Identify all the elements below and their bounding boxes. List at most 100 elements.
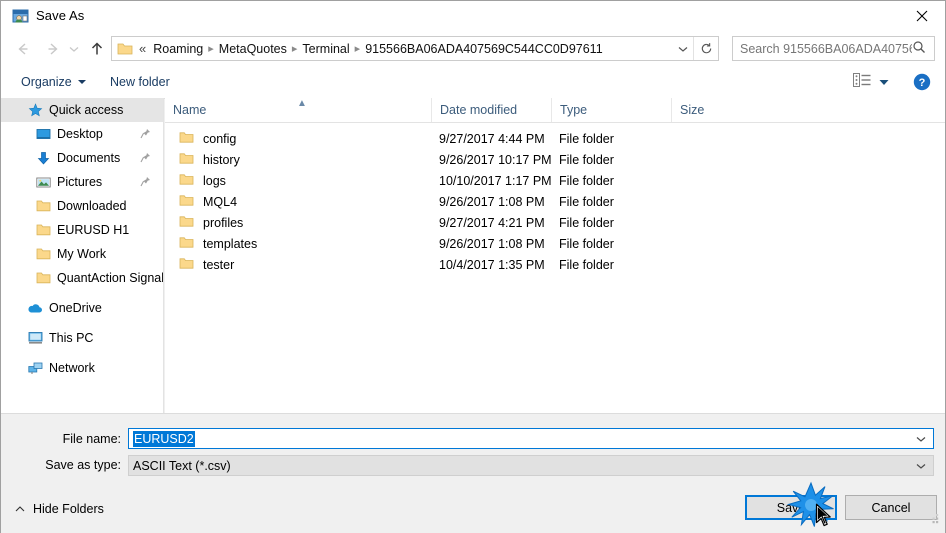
breadcrumb-separator: ▸ bbox=[354, 43, 361, 55]
file-name-label: File name: bbox=[62, 432, 121, 446]
sidebar-item-quick-access[interactable]: Quick access bbox=[1, 98, 163, 122]
file-name-label: logs bbox=[203, 173, 226, 188]
address-bar[interactable]: « Roaming ▸ MetaQuotes ▸ Terminal ▸ 9155… bbox=[111, 36, 719, 61]
svg-text:?: ? bbox=[919, 77, 926, 89]
cancel-button-label: Cancel bbox=[871, 500, 911, 515]
column-header-name[interactable]: Name ▲ bbox=[165, 98, 431, 122]
refresh-button[interactable] bbox=[693, 37, 718, 60]
file-type-cell: File folder bbox=[559, 152, 614, 167]
sidebar-item-onedrive[interactable]: OneDrive bbox=[1, 296, 163, 320]
close-button[interactable] bbox=[899, 1, 945, 31]
search-input[interactable]: Search 915566BA06ADA40756... bbox=[740, 42, 912, 56]
column-header-type[interactable]: Type bbox=[551, 98, 671, 122]
folder-icon bbox=[179, 173, 194, 189]
back-arrow-icon bbox=[18, 43, 28, 55]
chevron-down-icon[interactable] bbox=[915, 429, 927, 448]
save-as-type-label: Save as type: bbox=[45, 458, 121, 472]
breadcrumb-item-terminal[interactable]: Terminal bbox=[299, 42, 352, 56]
file-type-cell: File folder bbox=[559, 194, 614, 209]
up-button[interactable] bbox=[85, 37, 109, 61]
forward-button[interactable] bbox=[41, 37, 65, 61]
sidebar-item-my-work[interactable]: My Work bbox=[1, 242, 163, 266]
sidebar-item-this-pc[interactable]: This PC bbox=[1, 326, 163, 350]
table-row[interactable]: history 9/26/2017 10:17 PM File folder bbox=[165, 149, 945, 170]
pin-icon[interactable] bbox=[140, 128, 151, 142]
file-rows: config 9/27/2017 4:44 PM File folder his… bbox=[165, 123, 945, 275]
file-name-label: history bbox=[203, 152, 240, 167]
table-row[interactable]: logs 10/10/2017 1:17 PM File folder bbox=[165, 170, 945, 191]
breadcrumb-item-roaming[interactable]: Roaming bbox=[150, 42, 206, 56]
organize-button[interactable]: Organize bbox=[15, 73, 92, 91]
folder-icon bbox=[35, 198, 51, 214]
file-name-label: profiles bbox=[203, 215, 244, 230]
table-row[interactable]: MQL4 9/26/2017 1:08 PM File folder bbox=[165, 191, 945, 212]
pictures-icon bbox=[35, 174, 51, 190]
sidebar-item-label: EURUSD H1 bbox=[57, 223, 130, 237]
file-type-cell: File folder bbox=[559, 173, 614, 188]
view-dropdown-caret-icon bbox=[879, 75, 889, 89]
sidebar-item-downloaded[interactable]: Downloaded bbox=[1, 194, 163, 218]
window-title: Save As bbox=[36, 8, 85, 23]
chevron-down-icon[interactable] bbox=[915, 456, 927, 475]
sidebar-item-network[interactable]: Network bbox=[1, 356, 163, 380]
file-name-cell: profiles bbox=[179, 215, 243, 231]
table-row[interactable]: config 9/27/2017 4:44 PM File folder bbox=[165, 128, 945, 149]
refresh-icon bbox=[701, 43, 711, 54]
breadcrumb-overflow[interactable]: « bbox=[133, 41, 150, 56]
file-type-cell: File folder bbox=[559, 215, 614, 230]
folder-icon bbox=[35, 222, 51, 238]
file-name-value[interactable]: EURUSD2 bbox=[133, 430, 195, 447]
recent-locations-button[interactable] bbox=[65, 37, 83, 61]
column-header-date-modified[interactable]: Date modified bbox=[431, 98, 551, 122]
sidebar-item-label: Desktop bbox=[57, 127, 103, 141]
sidebar-item-quantaction-signal[interactable]: QuantAction Signal bbox=[1, 266, 163, 290]
help-button[interactable]: ? bbox=[913, 73, 931, 91]
table-row[interactable]: tester 10/4/2017 1:35 PM File folder bbox=[165, 254, 945, 275]
sidebar-item-pictures[interactable]: Pictures bbox=[1, 170, 163, 194]
cancel-button[interactable]: Cancel bbox=[845, 495, 937, 520]
new-folder-button[interactable]: New folder bbox=[104, 73, 176, 91]
pin-icon[interactable] bbox=[140, 152, 151, 166]
save-as-dialog: Save As « Roaming ▸ MetaQuotes ▸ Termina… bbox=[0, 0, 946, 533]
file-date-cell: 10/10/2017 1:17 PM bbox=[439, 173, 552, 188]
sidebar-item-eurusd-h1[interactable]: EURUSD H1 bbox=[1, 218, 163, 242]
sidebar-item-label: Documents bbox=[57, 151, 121, 165]
file-type-cell: File folder bbox=[559, 257, 614, 272]
hide-folders-button[interactable]: Hide Folders bbox=[15, 502, 104, 516]
chevron-down-icon bbox=[678, 46, 688, 52]
sidebar-item-documents[interactable]: Documents bbox=[1, 146, 163, 170]
file-date-cell: 9/26/2017 1:08 PM bbox=[439, 194, 545, 209]
file-date-cell: 9/26/2017 1:08 PM bbox=[439, 236, 545, 251]
recent-locations-chevron-icon bbox=[69, 47, 79, 52]
save-button[interactable]: Save bbox=[745, 495, 837, 520]
table-row[interactable]: templates 9/26/2017 1:08 PM File folder bbox=[165, 233, 945, 254]
pin-icon[interactable] bbox=[140, 176, 151, 190]
column-headers: Name ▲ Date modified Type Size bbox=[165, 98, 945, 123]
organize-label: Organize bbox=[21, 75, 72, 89]
breadcrumb-item-terminal-id[interactable]: 915566BA06ADA407569C544CC0D97611 bbox=[362, 42, 605, 56]
file-date-cell: 10/4/2017 1:35 PM bbox=[439, 257, 545, 272]
address-dropdown-button[interactable] bbox=[674, 37, 692, 60]
sort-ascending-icon: ▲ bbox=[297, 98, 307, 109]
folder-icon bbox=[179, 215, 194, 231]
resize-grip[interactable] bbox=[927, 512, 941, 529]
folder-icon bbox=[179, 152, 194, 168]
file-name-input[interactable]: EURUSD2 bbox=[128, 428, 934, 449]
back-button[interactable] bbox=[11, 37, 35, 61]
folder-icon bbox=[179, 194, 194, 210]
star-pin-icon bbox=[27, 102, 43, 118]
folder-icon bbox=[117, 42, 133, 56]
search-box[interactable]: Search 915566BA06ADA40756... bbox=[732, 36, 935, 61]
breadcrumb-item-metaquotes[interactable]: MetaQuotes bbox=[216, 42, 290, 56]
file-type-cell: File folder bbox=[559, 131, 614, 146]
folder-icon bbox=[35, 246, 51, 262]
command-toolbar: Organize New folder ? bbox=[1, 67, 945, 99]
column-header-size[interactable]: Size bbox=[671, 98, 751, 122]
folder-icon bbox=[179, 257, 194, 273]
sidebar-item-desktop[interactable]: Desktop bbox=[1, 122, 163, 146]
save-as-type-select[interactable]: ASCII Text (*.csv) bbox=[128, 455, 934, 476]
file-list-pane: Name ▲ Date modified Type Size config 9/… bbox=[165, 98, 945, 413]
file-name-label: config bbox=[203, 131, 237, 146]
view-options-button[interactable] bbox=[853, 73, 889, 90]
table-row[interactable]: profiles 9/27/2017 4:21 PM File folder bbox=[165, 212, 945, 233]
